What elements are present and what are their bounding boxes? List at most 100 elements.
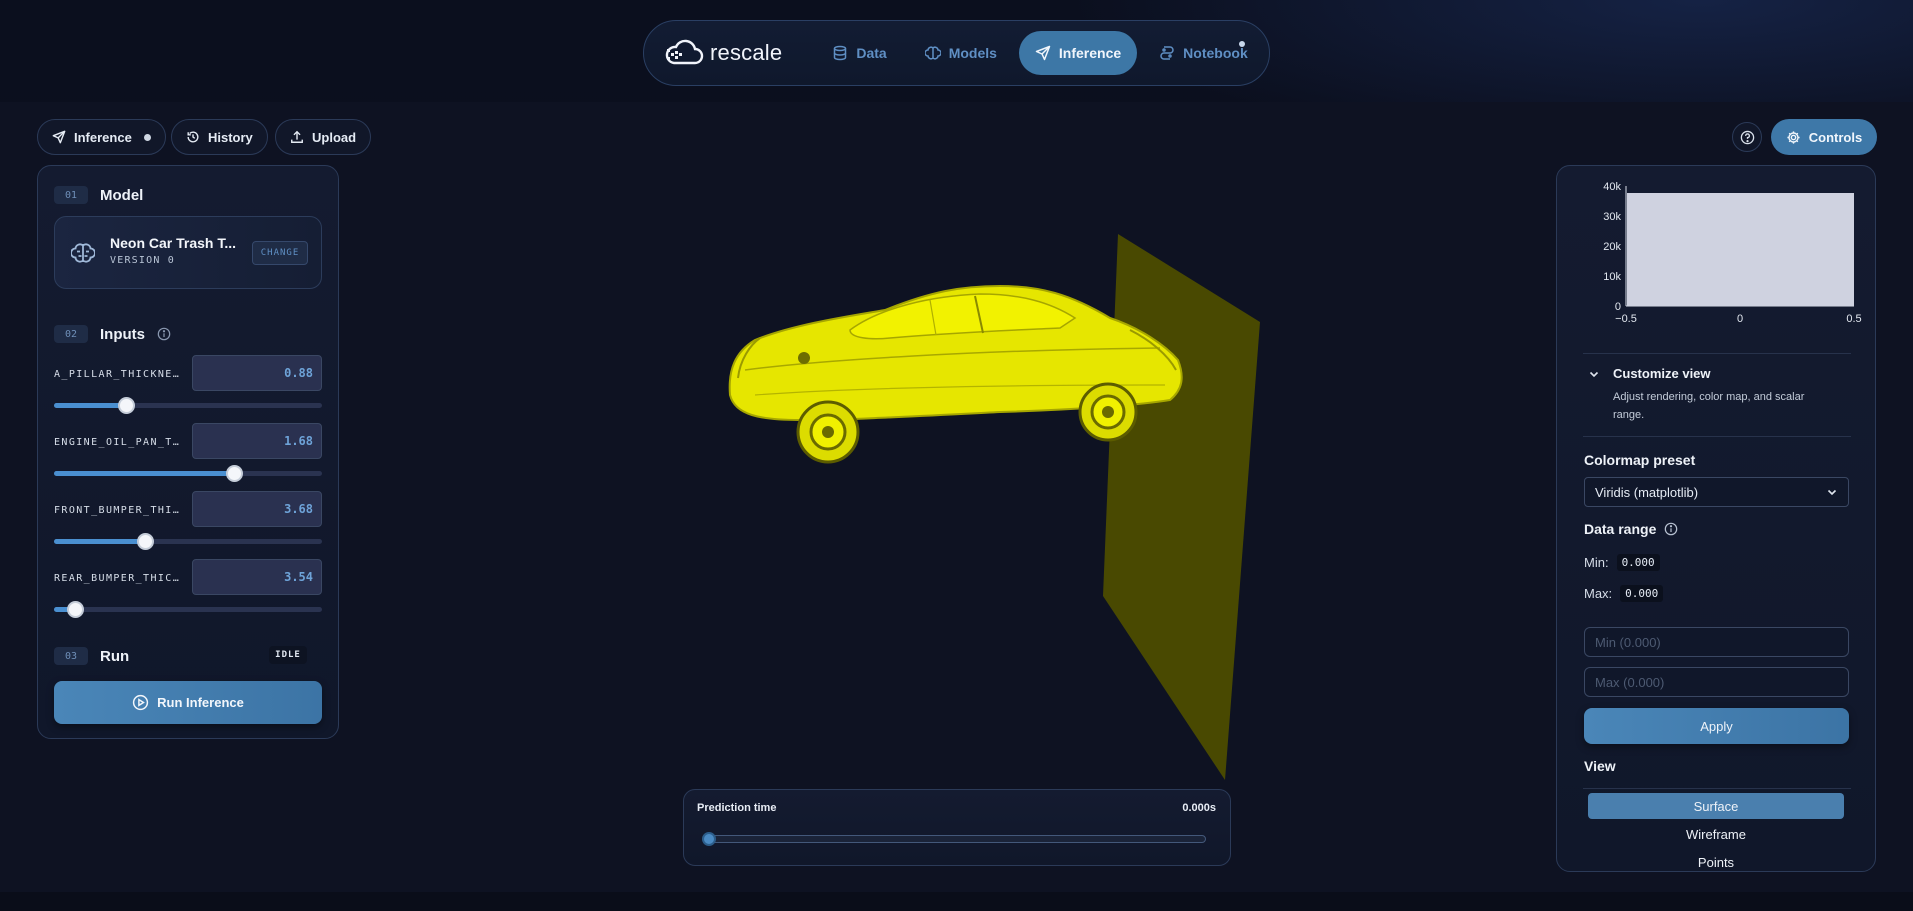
inference-panel: 01 Model Neon Car Trash T... VERSION 0 C…	[37, 165, 339, 739]
help-circle-icon	[1740, 130, 1754, 144]
input-label: ENGINE_OIL_PAN_T…	[54, 437, 181, 448]
input-label: FRONT_BUMPER_THI…	[54, 505, 181, 516]
colormap-heading: Colormap preset	[1584, 452, 1696, 468]
nav-item-label: Notebook	[1183, 45, 1248, 61]
min-range-input[interactable]	[1584, 627, 1849, 657]
divider	[1583, 353, 1851, 354]
info-icon[interactable]	[157, 327, 171, 341]
input-value-field[interactable]: 0.88	[192, 355, 322, 391]
data-range-heading: Data range	[1584, 521, 1657, 537]
database-icon	[834, 45, 847, 61]
section-number: 01	[54, 186, 88, 204]
prediction-time-value: 0.000s	[1182, 802, 1216, 814]
input-slider[interactable]	[54, 465, 322, 482]
customize-view-title[interactable]: Customize view	[1613, 366, 1711, 381]
nav-item-data[interactable]: Data	[816, 31, 902, 75]
nav-item-inference[interactable]: Inference	[1018, 31, 1138, 75]
input-value-field[interactable]: 1.68	[192, 423, 322, 459]
section-title: Inputs	[100, 325, 145, 343]
input-row: ENGINE_OIL_PAN_T… 1.68	[54, 423, 322, 483]
brain-icon	[71, 243, 95, 263]
view-option-surface[interactable]: Surface	[1588, 793, 1844, 819]
view-heading: View	[1584, 758, 1616, 774]
input-row: FRONT_BUMPER_THI… 3.68	[54, 491, 322, 551]
input-slider[interactable]	[54, 397, 322, 414]
history-button[interactable]: History	[171, 119, 268, 155]
inference-tab-button[interactable]: Inference	[37, 119, 166, 155]
history-label: History	[208, 129, 253, 145]
view-option-points[interactable]: Points	[1588, 849, 1844, 871]
histogram-y-tick: 30k	[1603, 211, 1621, 223]
histogram-x-tick: 0	[1737, 313, 1743, 325]
model-name: Neon Car Trash T...	[110, 235, 237, 251]
nav-item-label: Models	[948, 45, 997, 61]
input-label: A_PILLAR_THICKNE…	[54, 369, 181, 380]
notification-dot	[1239, 41, 1245, 47]
nav-item-models[interactable]: Models	[909, 31, 1013, 75]
divider	[1583, 436, 1851, 437]
histogram-y-tick: 10k	[1603, 271, 1621, 283]
input-row: REAR_BUMPER_THIC… 3.54	[54, 559, 322, 619]
gear-icon	[1787, 130, 1800, 144]
slider-fill	[54, 471, 234, 476]
slider-thumb[interactable]	[118, 397, 136, 414]
input-row: A_PILLAR_THICKNE… 0.88	[54, 355, 322, 415]
slider-thumb[interactable]	[137, 533, 155, 550]
top-nav: rescale Data Models Inference Notebook	[643, 20, 1270, 86]
cut-plane	[1103, 234, 1260, 780]
chevron-down-icon[interactable]	[1588, 368, 1600, 380]
slider-thumb[interactable]	[225, 465, 243, 482]
help-button[interactable]	[1732, 122, 1762, 152]
cloud-logo-icon	[665, 39, 704, 65]
slider-thumb[interactable]	[67, 601, 85, 618]
nav-item-notebook[interactable]: Notebook	[1143, 31, 1264, 75]
change-model-button[interactable]: CHANGE	[252, 241, 308, 265]
prediction-time-thumb[interactable]	[702, 832, 716, 846]
prediction-time-panel: Prediction time 0.000s	[683, 789, 1231, 866]
section-number: 03	[54, 647, 88, 665]
max-label: Max:	[1584, 586, 1613, 601]
upload-label: Upload	[312, 129, 357, 145]
input-slider[interactable]	[54, 601, 322, 618]
histogram-x-tick: 0.5	[1846, 313, 1861, 325]
histogram-x-tick: −0.5	[1615, 313, 1637, 325]
colormap-selected-value: Viridis (matplotlib)	[1595, 484, 1699, 500]
input-value-field[interactable]: 3.54	[192, 559, 322, 595]
controls-label: Controls	[1808, 129, 1863, 145]
slider-fill	[54, 539, 146, 544]
divider	[1583, 788, 1851, 789]
run-inference-button[interactable]: Run Inference	[54, 681, 322, 724]
input-value-field[interactable]: 3.68	[192, 491, 322, 527]
histogram-chart: 40k30k20k10k0 −0.5 0 0.5	[1603, 181, 1861, 325]
history-icon	[187, 131, 199, 143]
controls-panel: 40k 30k 20k 10k 0 −0.5 0 0.5 Customize view Ad…	[1556, 165, 1876, 872]
max-value: 0.000	[1620, 585, 1664, 602]
model-card: Neon Car Trash T... VERSION 0 CHANGE	[54, 216, 322, 289]
section-title: Model	[100, 186, 144, 204]
slider-fill	[54, 403, 127, 408]
controls-button[interactable]: Controls	[1771, 119, 1877, 155]
histogram-y-tick: 0	[1615, 301, 1621, 313]
colormap-select[interactable]: Viridis (matplotlib)	[1584, 477, 1849, 507]
nav-item-label: Inference	[1058, 45, 1122, 61]
upload-icon	[291, 130, 303, 143]
upload-button[interactable]: Upload	[275, 119, 372, 155]
apply-label: Apply	[1700, 718, 1733, 734]
info-icon[interactable]	[1664, 522, 1678, 536]
play-circle-icon	[133, 694, 149, 711]
input-slider[interactable]	[54, 533, 322, 550]
max-range-input[interactable]	[1584, 667, 1849, 697]
model-version: VERSION 0	[110, 255, 175, 266]
data-range-max: Max: 0.000	[1584, 585, 1664, 602]
brain-icon	[924, 46, 941, 60]
view-option-wireframe[interactable]: Wireframe	[1588, 821, 1844, 847]
apply-button[interactable]: Apply	[1584, 708, 1849, 744]
data-range-header: Data range	[1584, 521, 1678, 537]
active-indicator-dot	[143, 133, 151, 141]
histogram-y-tick: 40k	[1603, 181, 1621, 193]
rescale-logo[interactable]: rescale	[664, 39, 782, 67]
prediction-time-slider[interactable]	[702, 832, 1206, 846]
3d-viewport[interactable]	[700, 220, 1300, 790]
run-inference-label: Run Inference	[157, 695, 244, 710]
section-number: 02	[54, 325, 88, 343]
